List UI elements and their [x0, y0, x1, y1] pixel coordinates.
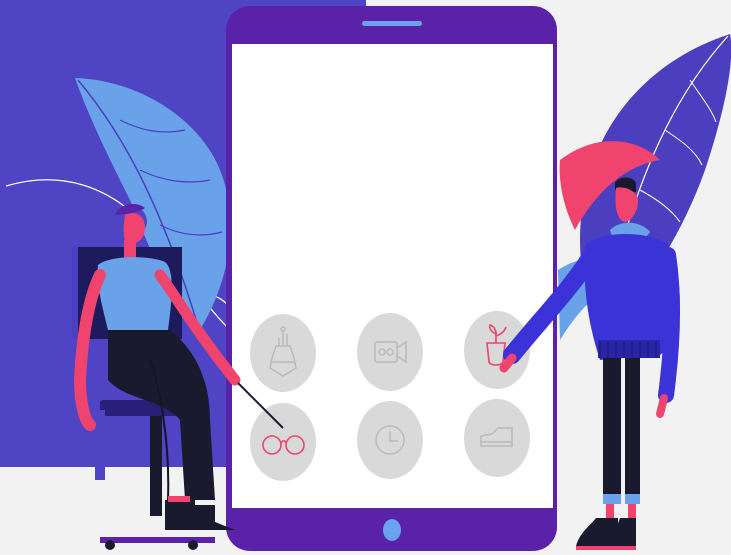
phone-speaker: [362, 21, 422, 26]
app-tile-video[interactable]: [357, 313, 423, 391]
phone-home-button[interactable]: [383, 519, 401, 541]
app-tile-vase[interactable]: [250, 314, 316, 392]
app-tile-sneaker[interactable]: [464, 399, 530, 477]
app-tile-clock[interactable]: [357, 401, 423, 479]
illustration-scene: [0, 0, 731, 551]
app-tile-glasses[interactable]: [250, 403, 316, 481]
